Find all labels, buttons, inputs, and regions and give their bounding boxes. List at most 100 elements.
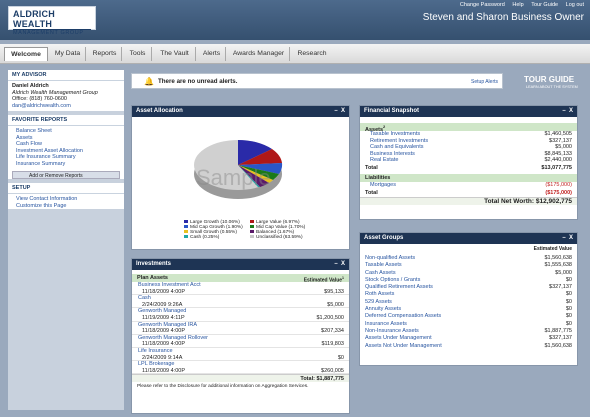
asset-value: $5,000: [555, 144, 572, 151]
logout-link[interactable]: Log out: [566, 2, 584, 8]
asset-group-name[interactable]: Non-qualified Assets: [365, 255, 415, 261]
asset-group-name[interactable]: Stock Options / Grants: [365, 277, 420, 283]
asset-group-row: Roth Assets $0: [360, 291, 577, 298]
asset-name[interactable]: Retirement Investments: [370, 138, 428, 144]
asset-group-value: $0: [565, 298, 572, 305]
investment-value: $260,005: [321, 367, 344, 374]
tab-tools[interactable]: Tools: [124, 47, 152, 61]
asset-group-name[interactable]: Qualified Retirement Assets: [365, 284, 433, 290]
help-link[interactable]: Help: [512, 2, 523, 8]
investment-date: 11/18/2009 4:00P: [142, 328, 186, 335]
investment-date-row: 2/24/2009 9:26A $5,000: [132, 302, 349, 309]
asset-group-value: $327,137: [549, 335, 572, 342]
legend-col-right: Large Value (6.97%) Mid Cap Value (1.70%…: [250, 220, 305, 240]
favorite-reports-section: FAVORITE REPORTS Balance Sheet Assets Ca…: [8, 115, 124, 179]
investment-row: Cash: [132, 295, 349, 302]
investment-row: Life Insurance: [132, 348, 349, 355]
investment-row: Genworth Managed: [132, 308, 349, 315]
asset-group-name[interactable]: Annuity Assets: [365, 306, 401, 312]
investment-name[interactable]: Genworth Managed Rollover: [138, 335, 208, 341]
tour-guide-link[interactable]: Tour Guide: [531, 2, 558, 8]
asset-group-name[interactable]: 529 Assets: [365, 299, 392, 305]
left-sidebar: MY ADVISOR Daniel Aldrich Aldrich Wealth…: [8, 70, 124, 410]
tour-guide-badge[interactable]: TOUR GUIDE LEARN ABOUT THE SYSTEM: [510, 72, 582, 92]
investment-name[interactable]: Genworth Managed: [138, 308, 186, 314]
report-link-insurance-summary[interactable]: Insurance Summary: [16, 161, 120, 168]
investment-name[interactable]: Life Insurance: [138, 348, 173, 354]
investment-value: $0: [337, 354, 344, 361]
panel-controls[interactable]: – X: [334, 259, 345, 270]
tab-my-data[interactable]: My Data: [50, 47, 86, 61]
asset-group-value: $0: [565, 320, 572, 327]
asset-group-row: Annuity Assets $0: [360, 306, 577, 313]
assets-total: Total $13,077,775: [365, 164, 572, 171]
asset-group-row: Deferred Compensation Assets $0: [360, 313, 577, 320]
asset-group-row: Assets Not Under Management $1,560,638: [360, 343, 577, 350]
asset-group-value: $0: [565, 276, 572, 283]
panel-controls[interactable]: – X: [334, 106, 345, 117]
asset-name[interactable]: Real Estate: [370, 157, 398, 163]
investment-date-row: 11/18/2009 4:00P $260,005: [132, 368, 349, 375]
liabilities-header: Liabilities: [360, 173, 577, 182]
asset-group-name[interactable]: Taxable Assets: [365, 262, 402, 268]
top-links: Change Password Help Tour Guide Log out: [454, 2, 584, 8]
panel-controls[interactable]: – X: [562, 106, 573, 117]
logo: ALDRICH WEALTH MANAGEMENT GROUP: [8, 6, 96, 36]
asset-group-name[interactable]: Cash Assets: [365, 270, 396, 276]
asset-group-row: 529 Assets $0: [360, 299, 577, 306]
asset-group-name[interactable]: Non-Insurance Assets: [365, 328, 419, 334]
asset-group-value: $0: [565, 306, 572, 313]
panel-controls[interactable]: – X: [562, 233, 573, 244]
tab-the-vault[interactable]: The Vault: [154, 47, 196, 61]
add-remove-reports-button[interactable]: Add or Remove Reports: [12, 171, 120, 179]
plan-assets-header: Plan Assets Estimated Value1: [132, 274, 349, 284]
asset-group-name[interactable]: Roth Assets: [365, 291, 394, 297]
advisor-email[interactable]: dan@aldrichwealth.com: [12, 103, 120, 110]
advisor-section: MY ADVISOR Daniel Aldrich Aldrich Wealth…: [8, 70, 124, 111]
asset-group-value: $1,560,638: [544, 342, 572, 349]
asset-groups-panel: Asset Groups – X Estimated Value Non-qual…: [359, 232, 578, 366]
asset-name[interactable]: Taxable Investments: [370, 131, 420, 137]
main-nav: Welcome My Data Reports Tools The Vault …: [0, 44, 590, 64]
asset-group-row: Stock Options / Grants $0: [360, 277, 577, 284]
estimated-value-col: Estimated Value: [533, 246, 572, 252]
investment-value: $207,334: [321, 328, 344, 335]
asset-name[interactable]: Cash and Equivalents: [370, 144, 424, 150]
investment-name[interactable]: Business Investment Acct: [138, 282, 201, 288]
asset-name[interactable]: Business Interests: [370, 151, 415, 157]
tab-reports[interactable]: Reports: [88, 47, 122, 61]
investment-row: Genworth Managed IRA: [132, 322, 349, 329]
liabilities-total: Total ($175,000): [365, 189, 572, 196]
asset-group-value: $5,000: [555, 269, 572, 276]
setup-section: SETUP View Contact Information Customize…: [8, 183, 124, 209]
tab-welcome[interactable]: Welcome: [4, 47, 48, 61]
investments-total: Total: $1,887,775: [132, 374, 349, 383]
asset-group-row: Taxable Assets $1,555,638: [360, 262, 577, 269]
asset-group-name[interactable]: Deferred Compensation Assets: [365, 313, 441, 319]
investment-date-row: 2/24/2009 9:14A $0: [132, 355, 349, 362]
investment-name[interactable]: Genworth Managed IRA: [138, 322, 197, 328]
change-password-link[interactable]: Change Password: [460, 2, 505, 8]
sample-watermark: Sample: [196, 165, 271, 190]
alert-text: There are no unread alerts.: [158, 78, 238, 85]
tab-research[interactable]: Research: [292, 47, 332, 61]
tab-alerts[interactable]: Alerts: [198, 47, 226, 61]
asset-value: $2,440,000: [544, 157, 572, 164]
asset-group-name[interactable]: Insurance Assets: [365, 321, 407, 327]
setup-alerts-link[interactable]: Setup Alerts: [471, 79, 498, 85]
customize-page-link[interactable]: Customize this Page: [16, 203, 120, 210]
asset-group-value: $1,887,775: [544, 327, 572, 334]
asset-group-row: Cash Assets $5,000: [360, 270, 577, 277]
investment-name[interactable]: LPL Brokerage: [138, 361, 175, 367]
asset-group-name[interactable]: Assets Not Under Management: [365, 343, 442, 349]
asset-group-name[interactable]: Assets Under Management: [365, 335, 432, 341]
asset-group-row: Assets Under Management $327,137: [360, 335, 577, 342]
investment-name[interactable]: Cash: [138, 295, 151, 301]
net-worth: Total Net Worth: $12,902,775: [360, 196, 577, 205]
assets-header: Assets2: [360, 123, 577, 133]
tab-awards-manager[interactable]: Awards Manager: [228, 47, 290, 61]
asset-group-row: Non-qualified Assets $1,560,638: [360, 255, 577, 262]
mortgages-row: Mortgages ($175,000): [370, 181, 572, 188]
investment-date: 2/24/2009 9:26A: [142, 301, 183, 308]
investment-date-row: 11/19/2009 4:11P $1,200,500: [132, 315, 349, 322]
